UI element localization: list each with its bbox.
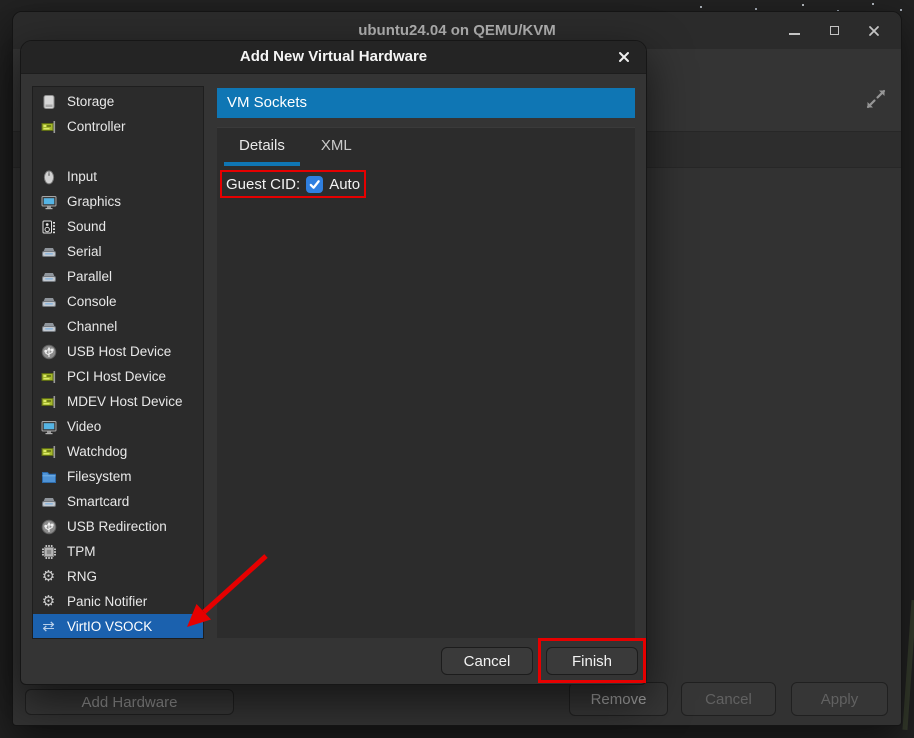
usb-icon: [40, 343, 57, 360]
speaker-icon: [40, 218, 57, 235]
auto-checkbox[interactable]: [306, 176, 323, 193]
gear-icon: ⚙: [40, 568, 57, 585]
add-hardware-dialog: Add New Virtual Hardware Storage Controll…: [20, 40, 647, 685]
sidebar-item-graphics[interactable]: Graphics: [33, 189, 203, 214]
sidebar-item-filesystem[interactable]: Filesystem: [33, 464, 203, 489]
gear-icon: ⚙: [40, 593, 57, 610]
disk-icon: [40, 93, 57, 110]
serial-device-icon: [40, 243, 57, 260]
finish-button[interactable]: Finish: [546, 647, 638, 675]
tab-xml[interactable]: XML: [306, 127, 367, 166]
sidebar-item-virtio-vsock[interactable]: ⇄ VirtIO VSOCK: [33, 614, 203, 639]
sidebar-item-label: Graphics: [67, 194, 121, 209]
sidebar-item-video[interactable]: Video: [33, 414, 203, 439]
sidebar-item-label: Parallel: [67, 269, 112, 284]
sidebar-item-label: USB Host Device: [67, 344, 171, 359]
display-icon: [40, 418, 57, 435]
auto-checkbox-label: Auto: [329, 176, 360, 193]
minimize-icon[interactable]: [781, 18, 807, 44]
sidebar-item-blank[interactable]: [33, 139, 203, 164]
tree-trunk-decor: [902, 600, 914, 730]
sidebar-item-pci-host-device[interactable]: PCI Host Device: [33, 364, 203, 389]
sidebar-item-controller[interactable]: Controller: [33, 114, 203, 139]
sidebar-item-label: Panic Notifier: [67, 594, 147, 609]
sidebar-item-watchdog[interactable]: Watchdog: [33, 439, 203, 464]
pci-card-icon: [40, 443, 57, 460]
sidebar-item-console[interactable]: Console: [33, 289, 203, 314]
sidebar-item-label: MDEV Host Device: [67, 394, 183, 409]
usb-icon: [40, 518, 57, 535]
sidebar-item-label: Filesystem: [67, 469, 132, 484]
sidebar-item-usb-host-device[interactable]: USB Host Device: [33, 339, 203, 364]
sidebar-item-storage[interactable]: Storage: [33, 89, 203, 114]
sidebar-item-panic-notifier[interactable]: ⚙ Panic Notifier: [33, 589, 203, 614]
screen: ubuntu24.04 on QEMU/KVM Add Hardware Rem…: [0, 0, 914, 738]
sidebar-item-label: RNG: [67, 569, 97, 584]
tab-details[interactable]: Details: [224, 127, 300, 166]
add-hardware-button[interactable]: Add Hardware: [25, 689, 234, 715]
close-icon[interactable]: [861, 18, 887, 44]
sidebar-item-serial[interactable]: Serial: [33, 239, 203, 264]
stars-decor: [700, 6, 702, 8]
sidebar-item-label: Controller: [67, 119, 126, 134]
hardware-type-list: Storage Controller Input Graphics Sound Seria…: [32, 86, 204, 639]
apply-button[interactable]: Apply: [791, 682, 888, 716]
mouse-icon: [40, 168, 57, 185]
sidebar-item-label: TPM: [67, 544, 96, 559]
folder-icon: [40, 468, 57, 485]
sidebar-item-tpm[interactable]: TPM: [33, 539, 203, 564]
sidebar-item-rng[interactable]: ⚙ RNG: [33, 564, 203, 589]
window-cancel-button[interactable]: Cancel: [681, 682, 776, 716]
chip-icon: [40, 543, 57, 560]
blank-icon: [40, 143, 57, 160]
sidebar-item-usb-redirection[interactable]: USB Redirection: [33, 514, 203, 539]
dialog-title: Add New Virtual Hardware: [21, 41, 646, 73]
sidebar-item-label: Video: [67, 419, 101, 434]
display-icon: [40, 193, 57, 210]
pci-card-icon: [40, 368, 57, 385]
sidebar-item-parallel[interactable]: Parallel: [33, 264, 203, 289]
fullscreen-icon[interactable]: [862, 85, 890, 113]
panel-content: [217, 127, 635, 638]
serial-device-icon: [40, 493, 57, 510]
sidebar-item-label: VirtIO VSOCK: [67, 619, 152, 634]
sidebar-item-input[interactable]: Input: [33, 164, 203, 189]
sidebar-item-label: Serial: [67, 244, 102, 259]
serial-device-icon: [40, 268, 57, 285]
dialog-cancel-button[interactable]: Cancel: [441, 647, 533, 675]
sidebar-item-label: Smartcard: [67, 494, 129, 509]
sidebar-item-mdev-host-device[interactable]: MDEV Host Device: [33, 389, 203, 414]
pci-card-icon: [40, 393, 57, 410]
sidebar-item-label: Sound: [67, 219, 106, 234]
panel-header: VM Sockets: [217, 88, 635, 118]
sidebar-item-smartcard[interactable]: Smartcard: [33, 489, 203, 514]
guest-cid-label: Guest CID:: [226, 176, 300, 193]
maximize-icon[interactable]: [821, 18, 847, 44]
serial-device-icon: [40, 293, 57, 310]
sidebar-item-label: Console: [67, 294, 117, 309]
guest-cid-row: Guest CID: Auto: [220, 170, 366, 198]
sidebar-item-label: PCI Host Device: [67, 369, 166, 384]
dialog-titlebar[interactable]: Add New Virtual Hardware: [21, 41, 646, 74]
sidebar-item-label: Storage: [67, 94, 114, 109]
sidebar-item-label: Input: [67, 169, 97, 184]
sidebar-item-label: USB Redirection: [67, 519, 167, 534]
sidebar-item-label: Channel: [67, 319, 117, 334]
sidebar-item-label: Watchdog: [67, 444, 127, 459]
tabbar: DetailsXML: [217, 127, 635, 166]
sidebar-item-channel[interactable]: Channel: [33, 314, 203, 339]
dialog-close-icon[interactable]: [612, 45, 636, 69]
pci-card-icon: [40, 118, 57, 135]
sidebar-item-sound[interactable]: Sound: [33, 214, 203, 239]
window-controls: [781, 12, 901, 49]
remove-button[interactable]: Remove: [569, 682, 668, 716]
serial-device-icon: [40, 318, 57, 335]
arrows-icon: ⇄: [40, 618, 57, 635]
